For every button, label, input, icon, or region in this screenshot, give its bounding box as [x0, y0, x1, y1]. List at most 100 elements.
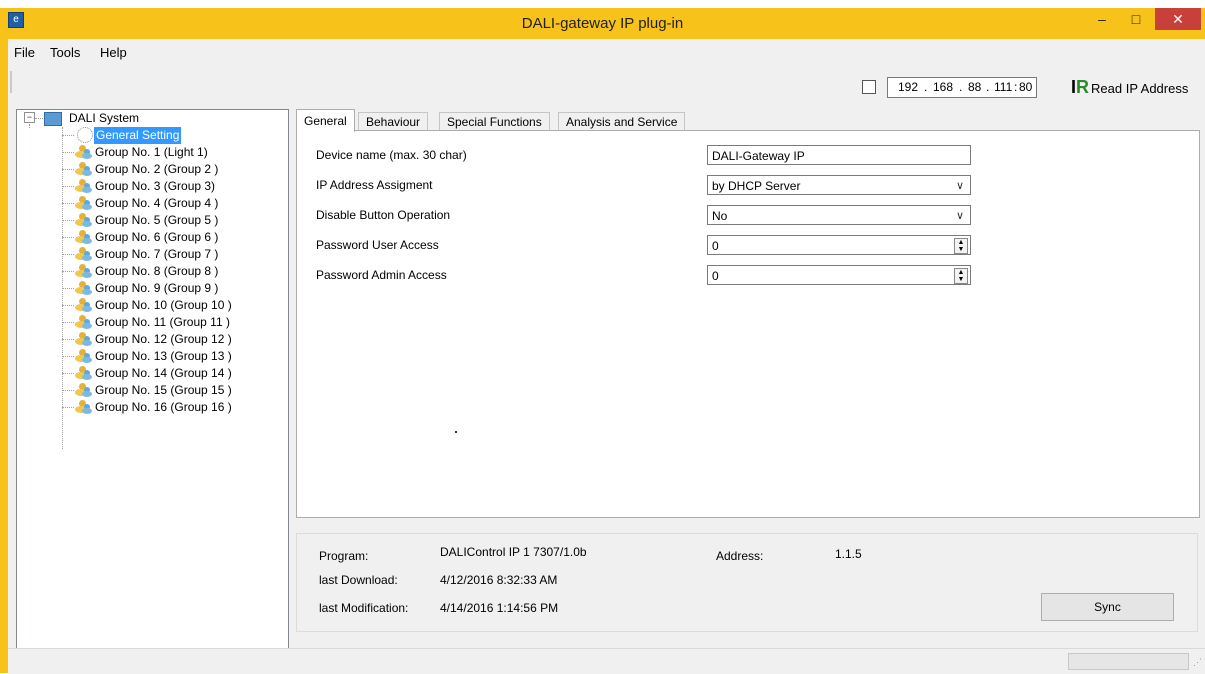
password-user-stepper[interactable]: 0 ▲ ▼	[707, 235, 971, 255]
tree-item-group[interactable]: Group No. 12 (Group 12 )	[17, 331, 277, 348]
read-ip-address-button[interactable]: IR Read IP Address	[1071, 76, 1188, 98]
tree-item-group[interactable]: Group No. 9 (Group 9 )	[17, 280, 277, 297]
tab-special-functions[interactable]: Special Functions	[439, 112, 550, 132]
tree-item-label: Group No. 12 (Group 12 )	[95, 332, 232, 346]
disable-button-select[interactable]: No ∨	[707, 205, 971, 225]
device-name-input[interactable]: DALI-Gateway IP	[707, 145, 971, 165]
tree-item-group[interactable]: Group No. 10 (Group 10 )	[17, 297, 277, 314]
maximize-button[interactable]: □	[1119, 8, 1153, 30]
group-users-icon	[74, 332, 92, 346]
dali-system-icon	[44, 112, 62, 126]
password-user-value: 0	[712, 239, 719, 253]
stray-dot	[455, 431, 457, 433]
spinner-icon[interactable]: ▲ ▼	[954, 268, 968, 284]
minimize-button[interactable]: –	[1085, 8, 1119, 30]
ip-address-field[interactable]: 192 . 168 . 88 . 111 : 80	[887, 77, 1037, 98]
password-user-label: Password User Access	[316, 238, 439, 252]
last-modification-value: 4/14/2016 1:14:56 PM	[440, 601, 559, 615]
tree-item-group[interactable]: Group No. 5 (Group 5 )	[17, 212, 277, 229]
tree-item-label: Group No. 11 (Group 11 )	[95, 315, 230, 329]
tab-strip: General Behaviour Special Functions Anal…	[296, 109, 1199, 132]
window-frame-left	[0, 8, 8, 673]
group-users-icon	[74, 179, 92, 193]
group-users-icon	[74, 247, 92, 261]
ip-port: 80	[1019, 80, 1033, 94]
disable-button-value: No	[712, 209, 728, 223]
tree-item-label: Group No. 13 (Group 13 )	[95, 349, 232, 363]
tab-behaviour[interactable]: Behaviour	[358, 112, 429, 132]
device-info-box: Program: DALIControl IP 1 7307/1.0b Addr…	[296, 533, 1198, 632]
spinner-icon[interactable]: ▲ ▼	[954, 238, 968, 254]
last-modification-label: last Modification:	[319, 601, 409, 615]
last-download-value: 4/12/2016 8:32:33 AM	[440, 573, 558, 587]
status-panel	[1068, 653, 1189, 670]
password-admin-stepper[interactable]: 0 ▲ ▼	[707, 265, 971, 285]
top-strip	[0, 0, 1205, 8]
group-users-icon	[74, 281, 92, 295]
general-panel: Device name (max. 30 char) DALI-Gateway …	[296, 130, 1200, 518]
menu-tools[interactable]: Tools	[44, 39, 86, 67]
tree-root-dali-system[interactable]: − DALI System	[17, 110, 277, 127]
tab-analysis-and-service[interactable]: Analysis and Service	[558, 112, 686, 132]
tree-item-group[interactable]: Group No. 7 (Group 7 )	[17, 246, 277, 263]
ip-assignment-select[interactable]: by DHCP Server ∨	[707, 175, 971, 195]
ip-octet-2: 168	[933, 80, 954, 94]
chevron-down-icon[interactable]: ∨	[956, 176, 964, 196]
close-button[interactable]: ✕	[1155, 8, 1201, 30]
tree-item-label: Group No. 5 (Group 5 )	[95, 213, 219, 227]
program-value: DALIControl IP 1 7307/1.0b	[440, 545, 587, 559]
tree-item-group[interactable]: Group No. 15 (Group 15 )	[17, 382, 277, 399]
chevron-down-icon[interactable]: ∨	[956, 206, 964, 226]
ip-assignment-value: by DHCP Server	[712, 179, 801, 193]
tree-item-label: Group No. 15 (Group 15 )	[95, 383, 232, 397]
menu-bar: File Tools Help	[8, 39, 1205, 67]
tree-item-group[interactable]: Group No. 13 (Group 13 )	[17, 348, 277, 365]
tree-item-label: Group No. 3 (Group 3)	[95, 179, 216, 193]
tree-item-label: Group No. 8 (Group 8 )	[95, 264, 219, 278]
menu-file[interactable]: File	[8, 39, 41, 67]
password-admin-label: Password Admin Access	[316, 268, 447, 282]
tree-item-group[interactable]: Group No. 14 (Group 14 )	[17, 365, 277, 382]
tree-item-group[interactable]: Group No. 1 (Light 1)	[17, 144, 277, 161]
group-users-icon	[74, 213, 92, 227]
tree-item-group[interactable]: Group No. 3 (Group 3)	[17, 178, 277, 195]
tree-item-group[interactable]: Group No. 6 (Group 6 )	[17, 229, 277, 246]
tree-item-label: Group No. 10 (Group 10 )	[95, 298, 232, 312]
group-users-icon	[74, 298, 92, 312]
tree-item-label: Group No. 16 (Group 16 )	[95, 400, 232, 414]
tree-item-label: Group No. 2 (Group 2 )	[95, 162, 219, 176]
resize-grip-icon[interactable]: ⋰	[1193, 657, 1202, 668]
group-users-icon	[74, 196, 92, 210]
group-users-icon	[74, 349, 92, 363]
tree-item-general-setting[interactable]: General Setting	[17, 127, 277, 144]
read-ip-label: Read IP Address	[1091, 81, 1189, 96]
menu-help[interactable]: Help	[94, 39, 133, 67]
tree-item-label: Group No. 14 (Group 14 )	[95, 366, 232, 380]
group-users-icon	[74, 145, 92, 159]
collapse-icon[interactable]: −	[24, 112, 35, 123]
last-download-label: last Download:	[319, 573, 398, 587]
tree-item-group[interactable]: Group No. 11 (Group 11 )	[17, 314, 277, 331]
tree-item-group[interactable]: Group No. 4 (Group 4 )	[17, 195, 277, 212]
tree-item-group[interactable]: Group No. 8 (Group 8 )	[17, 263, 277, 280]
sync-button[interactable]: Sync	[1041, 593, 1174, 621]
group-users-icon	[74, 400, 92, 414]
tab-general[interactable]: General	[296, 109, 355, 132]
read-ip-icon: IR	[1071, 77, 1090, 97]
tree-item-label: Group No. 6 (Group 6 )	[95, 230, 219, 244]
app-window: e DALI-gateway IP plug-in – □ ✕ File Too…	[0, 0, 1205, 674]
ip-assignment-label: IP Address Assigment	[316, 178, 433, 192]
ip-octet-1: 192	[898, 80, 919, 94]
group-users-icon	[74, 315, 92, 329]
disable-button-label: Disable Button Operation	[316, 208, 451, 222]
group-users-icon	[74, 162, 92, 176]
toolbar-grip[interactable]	[10, 71, 12, 93]
window-title: DALI-gateway IP plug-in	[521, 15, 684, 32]
device-tree[interactable]: − DALI System General Setting Group No. …	[16, 109, 289, 651]
group-users-icon	[74, 366, 92, 380]
tree-item-group[interactable]: Group No. 16 (Group 16 )	[17, 399, 277, 416]
gear-icon	[77, 127, 93, 143]
ip-checkbox[interactable]	[862, 80, 876, 94]
tree-item-group[interactable]: Group No. 2 (Group 2 )	[17, 161, 277, 178]
ip-octet-4: 111	[994, 80, 1013, 94]
